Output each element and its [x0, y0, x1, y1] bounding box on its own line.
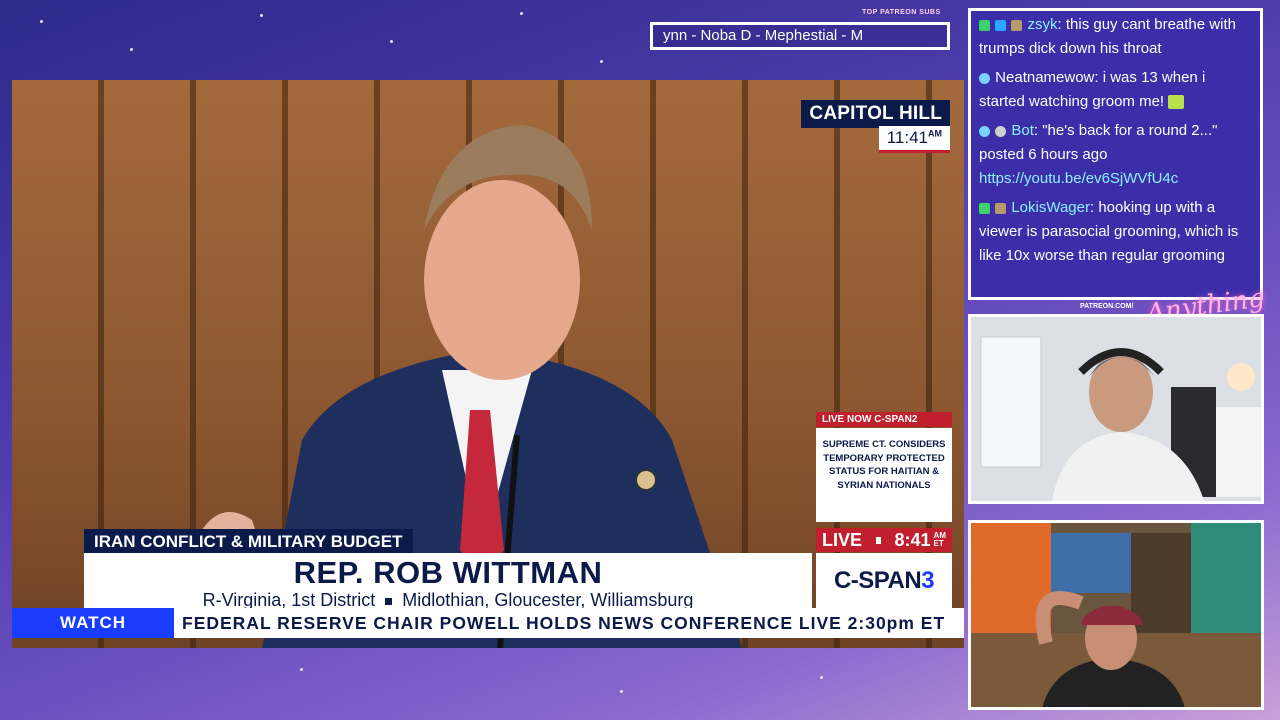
- moderator-badge-icon: [995, 19, 1007, 31]
- chat-username[interactable]: Neatnamewow: [995, 69, 1094, 86]
- chat-link[interactable]: https://youtu.be/ev6SjWVfU4c: [979, 170, 1178, 187]
- webcam-streamer-1[interactable]: [968, 314, 1264, 504]
- local-time-suffix: AM: [928, 128, 942, 139]
- live-time: 8:41: [894, 529, 931, 550]
- emote-badge-icon: [995, 202, 1007, 214]
- webcam-streamer-2[interactable]: [968, 520, 1264, 710]
- network-name: C-SPAN: [833, 567, 922, 594]
- network-logo: C-SPAN 3: [816, 553, 952, 609]
- chat-username[interactable]: LokisWager: [1011, 199, 1090, 216]
- speaker-details: R-Virginia, 1st District Midlothian, Glou…: [84, 591, 812, 609]
- main-video-feed[interactable]: CAPITOL HILL 11:41AM LIVE NOW C-SPAN2 SU…: [12, 80, 964, 648]
- viewer-badge-icon: [979, 72, 990, 84]
- speaker-name: REP. ROB WITTMAN: [293, 555, 603, 590]
- bot-badge-icon: [995, 125, 1007, 137]
- emote-icon: [1168, 95, 1185, 110]
- webcam-1-scene: [971, 317, 1261, 501]
- live-ampm: AM ET: [933, 531, 946, 548]
- topic-banner: IRAN CONFLICT & MILITARY BUDGET: [84, 529, 413, 555]
- speaker-area: Midlothian, Gloucester, Williamsburg: [402, 590, 694, 610]
- speaker-namebar: REP. ROB WITTMAN R-Virginia, 1st Distric…: [84, 553, 812, 609]
- emote-badge-icon: [1011, 19, 1023, 31]
- livenow-body: SUPREME CT. CONSIDERS TEMPORARY PROTECTE…: [816, 428, 952, 522]
- chat-panel[interactable]: zsyk: this guy cant breathe with trumps …: [968, 8, 1263, 300]
- chat-username[interactable]: zsyk: [1028, 16, 1058, 33]
- chat-message: LokisWager: hooking up with a viewer is …: [979, 196, 1252, 268]
- location-label: CAPITOL HILL: [801, 100, 950, 128]
- ticker-label: WATCH: [12, 608, 174, 638]
- subscriber-badge-icon: [979, 202, 990, 214]
- top-patreon-subs-marquee: ynn - Noba D - Mephestial - M: [650, 22, 950, 50]
- separator-dot: [385, 597, 393, 605]
- chat-message: Neatnamewow: i was 13 when i started wat…: [979, 66, 1252, 114]
- livenow-header: LIVE NOW C-SPAN2: [816, 412, 952, 427]
- subscriber-badge-icon: [979, 19, 990, 31]
- speaker-district: R-Virginia, 1st District: [202, 590, 376, 610]
- chat-message: zsyk: this guy cant breathe with trumps …: [979, 13, 1252, 61]
- top-patreon-subs-label: TOP PATREON SUBS: [862, 9, 941, 16]
- news-ticker: WATCH FEDERAL RESERVE CHAIR POWELL HOLDS…: [12, 608, 964, 638]
- live-separator: [876, 536, 881, 544]
- live-label: LIVE: [822, 529, 863, 550]
- local-time-value: 11:41: [886, 128, 928, 147]
- chat-username[interactable]: Bot: [1011, 122, 1034, 139]
- viewer-badge-icon: [979, 125, 990, 137]
- chat-message: Bot: "he's back for a round 2..." posted…: [979, 119, 1252, 191]
- patreon-url: PATREON.COM/: [1080, 303, 1134, 310]
- ticker-headline: FEDERAL RESERVE CHAIR POWELL HOLDS NEWS …: [182, 612, 946, 633]
- live-clock: LIVE 8:41 AM ET: [816, 528, 952, 552]
- local-time: 11:41AM: [878, 126, 950, 153]
- webcam-2-scene: [971, 523, 1261, 707]
- network-number: 3: [921, 567, 935, 594]
